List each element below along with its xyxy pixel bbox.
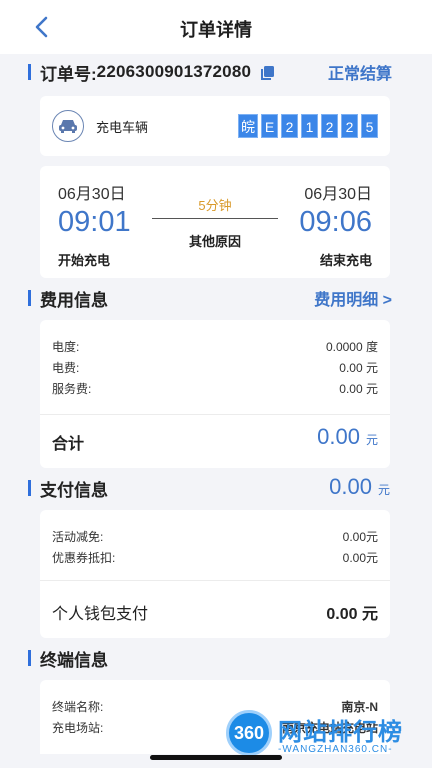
vehicle-card: 充电车辆 皖 E 2 1 2 2 5 — [40, 96, 390, 156]
order-number-header: 订单号: 2206300901372080 正常结算 — [28, 60, 402, 84]
payment-key: 活动减免: — [52, 530, 104, 544]
car-icon — [52, 110, 84, 142]
plate-char: 1 — [301, 114, 318, 138]
section-accent-bar — [28, 650, 31, 666]
order-detail-screen: 订单详情 订单号: 2206300901372080 正常结算 充电车辆 皖 E… — [0, 0, 432, 768]
plate-char: 5 — [361, 114, 378, 138]
start-date: 06月30日 — [58, 186, 126, 203]
total-unit: 元 — [365, 433, 378, 447]
payment-value: 0.00 — [329, 474, 372, 499]
divider — [40, 414, 390, 415]
total-value: 0.00 — [317, 424, 360, 449]
charging-duration: 5分钟 — [198, 198, 232, 213]
payment-value-text: 0.00元 — [342, 530, 378, 544]
fee-section-header: 费用信息 费用明细 > — [28, 286, 402, 310]
fee-value: 0.00 元 — [339, 382, 378, 396]
terminal-card: 终端名称: 南京-N 充电场站: 南京充电站充电站 — [40, 680, 390, 754]
copy-icon[interactable] — [259, 64, 276, 81]
scroll-content[interactable]: 订单号: 2206300901372080 正常结算 充电车辆 皖 E 2 1 … — [28, 54, 402, 754]
fee-card: 电度: 0.0000 度 电费: 0.00 元 服务费: 0.00 元 合计 0… — [40, 320, 390, 468]
order-number: 2206300901372080 — [96, 62, 252, 81]
section-accent-bar — [28, 480, 31, 496]
section-accent-bar — [28, 64, 31, 80]
fee-section-title: 费用信息 — [40, 290, 108, 310]
payment-value-text: 0.00元 — [342, 551, 378, 565]
terminal-key: 终端名称: — [52, 700, 104, 714]
section-accent-bar — [28, 290, 31, 306]
page-title: 订单详情 — [180, 20, 252, 40]
end-label: 结束充电 — [319, 253, 372, 268]
fee-detail-link[interactable]: 费用明细 > — [314, 286, 392, 310]
timeline-divider — [152, 218, 278, 219]
fee-value: 0.00 元 — [339, 361, 378, 375]
payment-key: 优惠券抵扣: — [52, 551, 116, 565]
total-label: 合计 — [52, 436, 85, 453]
plate-char: 2 — [321, 114, 338, 138]
payment-card: 活动减免: 0.00元 优惠券抵扣: 0.00元 个人钱包支付 0.00 元 — [40, 510, 390, 638]
fee-value: 0.0000 度 — [325, 340, 378, 354]
plate-char: 2 — [341, 114, 358, 138]
terminal-section-header: 终端信息 — [28, 646, 402, 670]
license-plate: 皖 E 2 1 2 2 5 — [238, 114, 378, 138]
terminal-key: 充电场站: — [52, 721, 104, 735]
plate-char: E — [261, 114, 278, 138]
payment-section-header: 支付信息 0.00 元 — [28, 474, 402, 500]
navigation-bar: 订单详情 — [0, 0, 432, 54]
payment-section-title: 支付信息 — [40, 480, 108, 500]
wallet-value: 0.00 元 — [326, 606, 378, 623]
order-number-label: 订单号: — [40, 64, 97, 84]
plate-char: 皖 — [238, 114, 258, 138]
vehicle-label: 充电车辆 — [96, 120, 149, 135]
payment-unit: 元 — [377, 483, 390, 497]
plate-char: 2 — [281, 114, 298, 138]
end-date: 06月30日 — [304, 186, 372, 203]
start-label: 开始充电 — [58, 253, 111, 268]
start-time: 09:01 — [58, 206, 131, 238]
settlement-status-link[interactable]: 正常结算 — [328, 60, 392, 84]
charging-time-card: 06月30日 06月30日 09:01 09:06 5分钟 其他原因 开始充电 … — [40, 166, 390, 278]
total-amount: 0.00 元 — [317, 424, 378, 450]
wallet-label: 个人钱包支付 — [52, 606, 149, 623]
payment-amount: 0.00 元 — [329, 474, 390, 500]
terminal-section-title: 终端信息 — [40, 650, 108, 670]
terminal-value: 南京充电站充电站 — [281, 721, 378, 735]
fee-key: 服务费: — [52, 382, 92, 396]
end-time: 09:06 — [299, 206, 372, 238]
fee-key: 电度: — [52, 340, 80, 354]
stop-reason: 其他原因 — [188, 234, 241, 249]
divider — [40, 580, 390, 581]
terminal-value: 南京-N — [341, 700, 378, 714]
home-indicator[interactable] — [150, 755, 282, 760]
fee-key: 电费: — [52, 361, 80, 375]
